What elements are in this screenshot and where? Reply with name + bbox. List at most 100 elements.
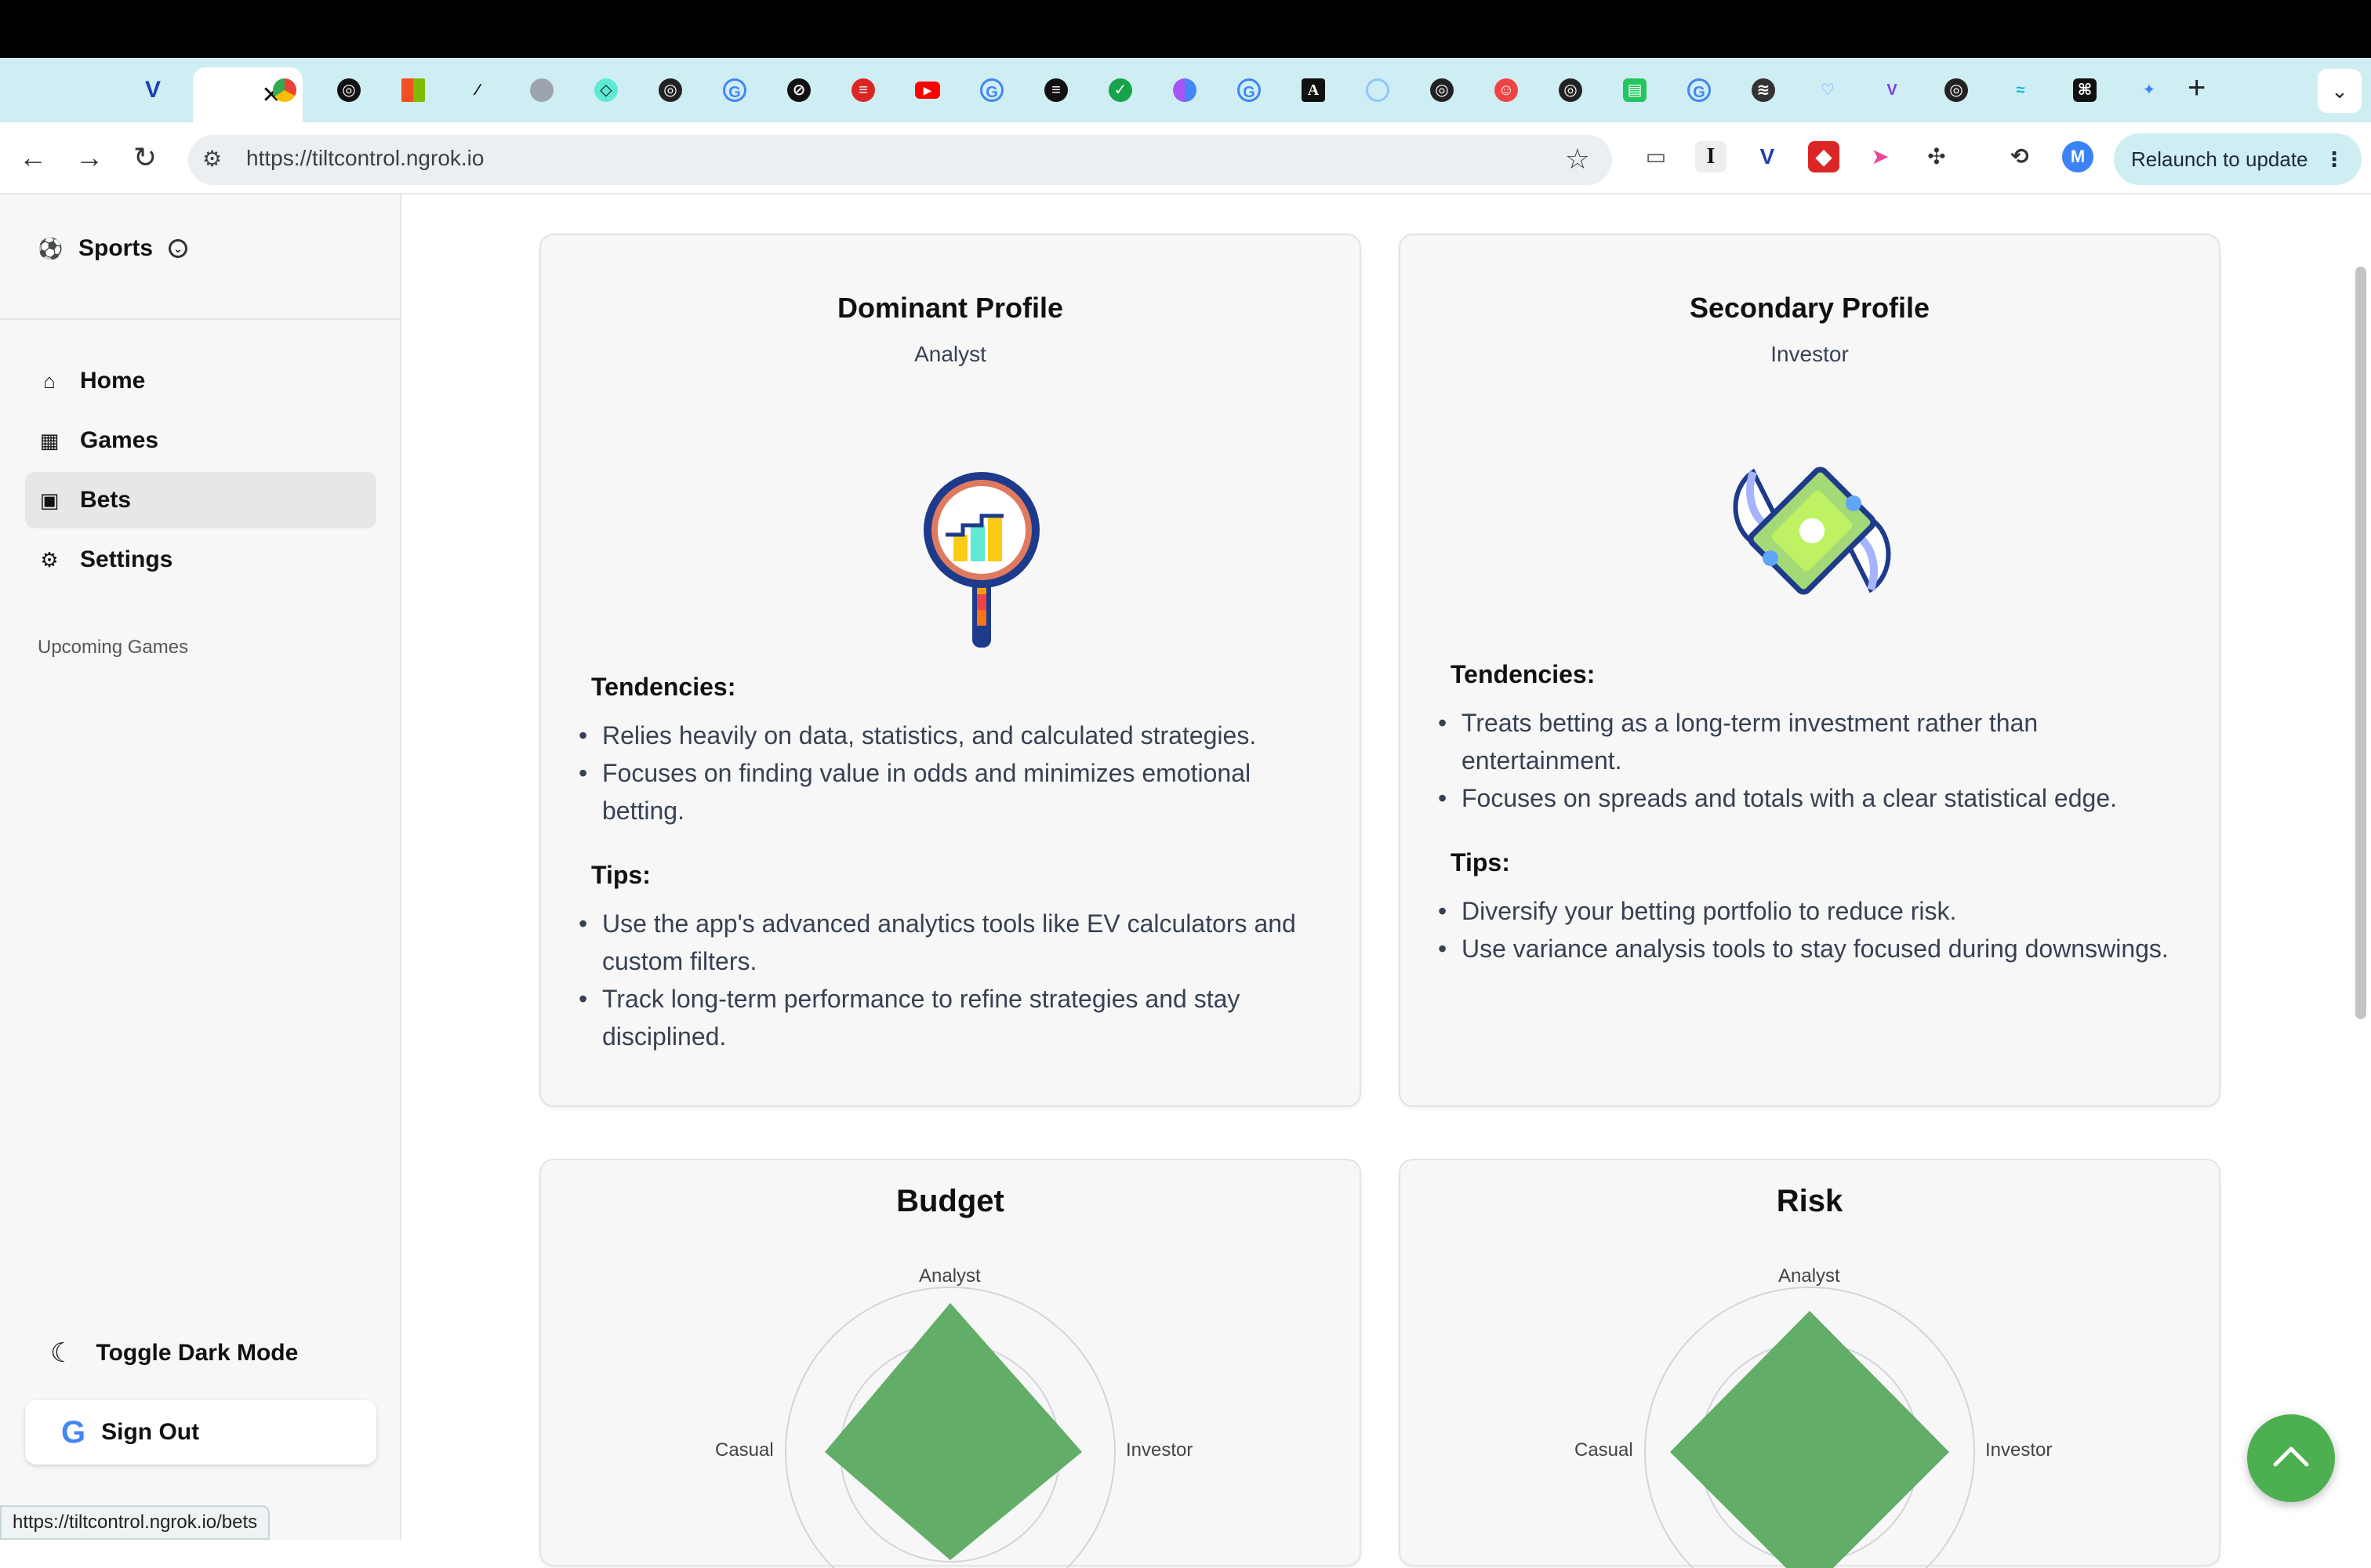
axis-label-casual: Casual <box>715 1439 774 1461</box>
tab-favicon[interactable]: ≡ <box>1029 67 1084 113</box>
chevron-down-icon[interactable]: ⌄ <box>169 239 188 258</box>
tendencies-list: Treats betting as a long-term investment… <box>1438 704 2191 817</box>
axis-label-casual: Casual <box>1574 1439 1633 1461</box>
tab-favicon[interactable]: ≋ <box>1736 67 1791 113</box>
extension-icon[interactable]: V <box>1752 141 1783 172</box>
tips-list: Diversify your betting portfolio to redu… <box>1438 892 2191 967</box>
list-item: Use variance analysis tools to stay focu… <box>1438 930 2191 967</box>
status-bar-url: https://tiltcontrol.ngrok.io/bets <box>0 1505 271 1540</box>
gear-icon: ⚙ <box>40 547 59 572</box>
tab-favicon[interactable]: ◎ <box>321 67 376 113</box>
sidebar-item-settings[interactable]: ⚙ Settings <box>25 532 376 588</box>
tab-favicon[interactable] <box>514 67 569 113</box>
secondary-profile-card: Secondary Profile Investor Tendencies: T… <box>1399 234 2220 1107</box>
address-bar[interactable]: ⚙ https://tiltcontrol.ngrok.io ☆ <box>188 135 1612 185</box>
tab-favicon[interactable]: ◎ <box>643 67 698 113</box>
list-item: Focuses on finding value in odds and min… <box>579 754 1331 829</box>
sport-selector[interactable]: ⚽ Sports ⌄ <box>38 235 188 262</box>
list-item: Track long-term performance to refine st… <box>579 980 1331 1055</box>
tab-favicon[interactable]: ▤ <box>1607 67 1662 113</box>
money-icon: ▣ <box>39 488 60 512</box>
sidebar-item-bets[interactable]: ▣ Bets <box>25 472 376 528</box>
tab-favicon[interactable]: ⌘ <box>2057 67 2112 113</box>
tendencies-heading: Tendencies: <box>591 673 736 701</box>
sidebar-item-games[interactable]: ▦ Games <box>25 412 376 469</box>
extension-icon[interactable]: ◆ <box>1808 141 1839 172</box>
list-item: Relies heavily on data, statistics, and … <box>579 717 1331 754</box>
tendencies-list: Relies heavily on data, statistics, and … <box>579 717 1331 829</box>
tab-favicon[interactable]: ▶ <box>900 67 955 113</box>
sidebar: ⚽ Sports ⌄ ⌂ Home ▦ Games ▣ Bets ⚙ Setti… <box>0 194 401 1540</box>
card-title: Dominant Profile <box>837 292 1064 324</box>
tab-favicon[interactable] <box>386 67 441 113</box>
tab-favicon[interactable]: ☺ <box>1479 67 1534 113</box>
list-item: Use the app's advanced analytics tools l… <box>579 905 1331 980</box>
sidebar-item-label: Home <box>80 368 146 394</box>
extension-icon[interactable]: ➤ <box>1864 141 1896 172</box>
tab-favicon[interactable]: V <box>1864 67 1919 113</box>
reload-icon[interactable]: ↻ <box>133 141 157 174</box>
menu-dots-icon[interactable]: ⋮ <box>2324 133 2344 185</box>
forward-icon[interactable]: → <box>75 141 103 174</box>
sidebar-header: ⚽ Sports ⌄ <box>0 194 400 320</box>
scroll-to-top-button[interactable] <box>2247 1414 2335 1502</box>
extensions-puzzle-icon[interactable]: ✣ <box>1921 141 1952 172</box>
list-item: Treats betting as a long-term investment… <box>1438 704 2191 779</box>
tab-favicon[interactable]: ◇ <box>579 67 634 113</box>
tab-favicon[interactable]: G <box>964 67 1019 113</box>
dominant-profile-card: Dominant Profile Analyst Tendencies: Rel… <box>539 234 1361 1107</box>
new-tab-icon[interactable]: + <box>2188 71 2206 106</box>
extension-icon[interactable]: ⟲ <box>2004 141 2035 172</box>
relaunch-button[interactable]: Relaunch to update ⋮ <box>2114 133 2362 185</box>
back-icon[interactable]: ← <box>19 141 47 174</box>
tab-favicon[interactable]: ◎ <box>1414 67 1469 113</box>
list-item: Diversify your betting portfolio to redu… <box>1438 892 2191 930</box>
risk-radar-polygon <box>1670 1311 1949 1568</box>
reading-list-icon[interactable]: ▭ <box>1640 141 1672 172</box>
sign-out-button[interactable]: G Sign Out <box>25 1400 376 1465</box>
axis-label-investor: Investor <box>1985 1439 2053 1461</box>
tab-favicon[interactable]: ◎ <box>1929 67 1984 113</box>
site-settings-icon[interactable]: ⚙ <box>202 146 231 174</box>
profile-type: Investor <box>1770 342 1849 366</box>
tab-favicon[interactable]: ≈ <box>1993 67 2048 113</box>
tab-favicon[interactable]: V <box>125 67 180 113</box>
tab-favicon[interactable]: G <box>1672 67 1727 113</box>
list-item: Focuses on spreads and totals with a cle… <box>1438 779 2191 817</box>
sidebar-item-label: Settings <box>80 546 173 572</box>
upcoming-games-heading: Upcoming Games <box>38 637 189 658</box>
profile-avatar[interactable]: M <box>2062 141 2093 172</box>
tab-favicon[interactable]: ✓ <box>1093 67 1148 113</box>
tab-favicon[interactable]: G <box>1222 67 1276 113</box>
tab-favicon[interactable] <box>257 67 312 113</box>
toggle-dark-mode-button[interactable]: ☾ Toggle Dark Mode <box>50 1338 298 1369</box>
tab-search-icon[interactable]: ⌄ <box>2318 69 2362 113</box>
flying-money-icon <box>1733 466 1891 595</box>
tab-favicon[interactable]: ⊘ <box>772 67 826 113</box>
tab-favicon[interactable]: A <box>1286 67 1341 113</box>
sidebar-item-label: Games <box>80 427 159 453</box>
football-icon: ⚽ <box>38 236 64 260</box>
sidebar-item-home[interactable]: ⌂ Home <box>25 353 376 409</box>
chart-title: Risk <box>1776 1184 1843 1218</box>
tab-favicon[interactable]: ✦ <box>2122 67 2177 113</box>
tab-favicon[interactable]: ◎ <box>1543 67 1598 113</box>
tab-favicon[interactable] <box>1350 67 1405 113</box>
tendencies-heading: Tendencies: <box>1451 660 1596 688</box>
os-menu-bar <box>0 0 2371 58</box>
risk-radar-chart <box>1644 1287 1975 1568</box>
extension-icon[interactable]: I <box>1695 141 1727 172</box>
chart-title: Budget <box>896 1184 1004 1218</box>
bookmark-star-icon[interactable]: ☆ <box>1565 143 1590 176</box>
tab-favicon[interactable]: ∕ <box>450 67 505 113</box>
tab-favicon[interactable] <box>1157 67 1212 113</box>
tab-favicon[interactable]: ♡ <box>1800 67 1855 113</box>
browser-toolbar: ← → ↻ ⚙ https://tiltcontrol.ngrok.io ☆ ▭… <box>0 122 2371 194</box>
tab-strip: V ✕ ◎ ∕ ◇ ◎ G ⊘ ≡ ▶ G ≡ ✓ G A ◎ ☺ ◎ ▤ G … <box>0 58 2371 122</box>
url-text[interactable]: https://tiltcontrol.ngrok.io <box>246 146 484 171</box>
tips-heading: Tips: <box>1451 848 1510 877</box>
page-scrollbar[interactable] <box>2355 267 2366 1019</box>
tab-favicon[interactable]: G <box>707 67 762 113</box>
tab-favicon[interactable]: ≡ <box>836 67 891 113</box>
tips-list: Use the app's advanced analytics tools l… <box>579 905 1331 1055</box>
